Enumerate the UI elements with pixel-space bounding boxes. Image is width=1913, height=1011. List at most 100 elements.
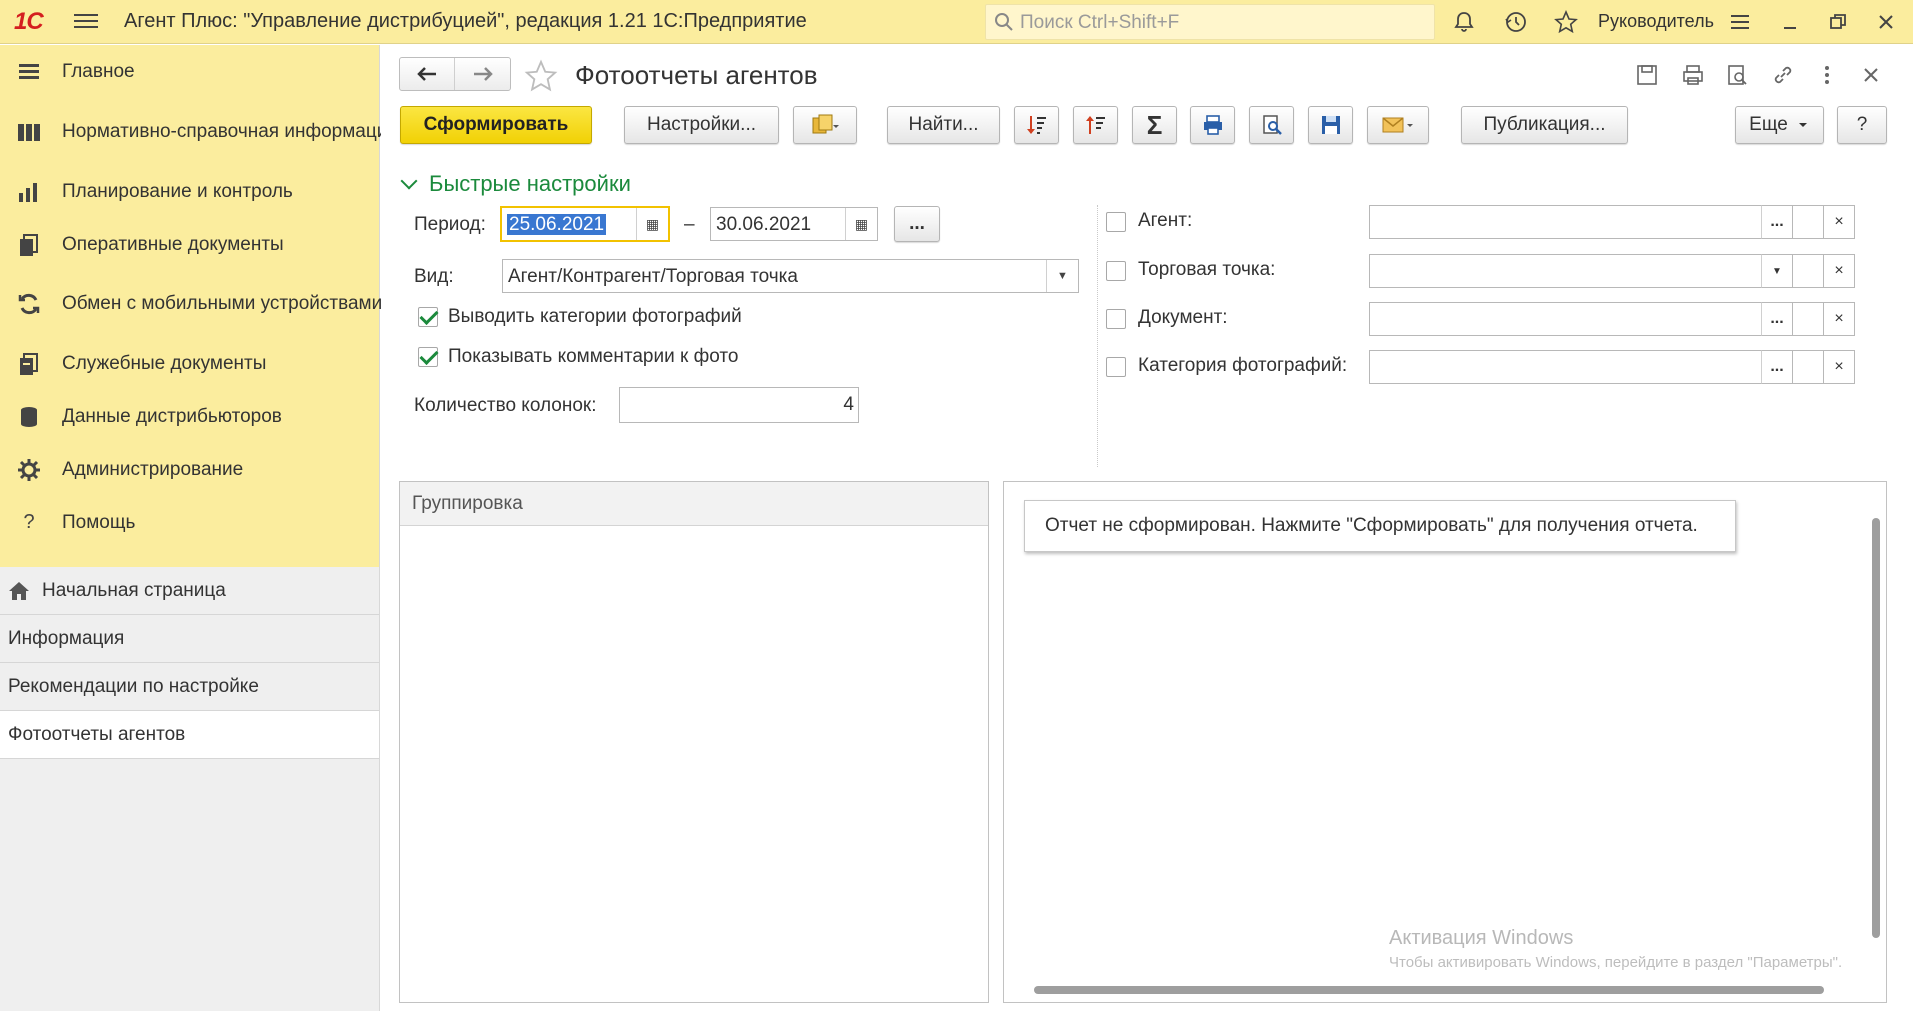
service-docs-icon: [20, 352, 38, 375]
select-button[interactable]: ...: [1761, 302, 1793, 336]
arrow-left-icon: [417, 67, 436, 81]
sort-asc-button[interactable]: [1073, 106, 1118, 144]
sort-desc-button[interactable]: [1014, 106, 1059, 144]
document-field[interactable]: ... ×: [1369, 302, 1855, 336]
database-icon: [21, 406, 37, 427]
outlet-label: Торговая точка:: [1138, 259, 1276, 280]
outlet-field[interactable]: ▼ ×: [1369, 254, 1855, 288]
help-button[interactable]: ?: [1837, 106, 1887, 144]
section-distributor-data[interactable]: Данные дистрибьюторов: [0, 390, 379, 443]
section-operational-docs[interactable]: Оперативные документы: [0, 218, 379, 271]
clear-icon[interactable]: ×: [1823, 205, 1855, 239]
bell-icon[interactable]: [1452, 10, 1476, 34]
close-app-icon[interactable]: [1874, 10, 1898, 34]
columns-field[interactable]: 4: [619, 387, 859, 423]
title-bar: 1С Агент Плюс: "Управление дистрибуцией"…: [0, 0, 1913, 44]
favorites-star-icon[interactable]: [1554, 10, 1578, 34]
photo-category-checkbox[interactable]: [1106, 357, 1126, 377]
minimize-icon[interactable]: [1778, 10, 1802, 34]
period-select-button[interactable]: ...: [894, 206, 940, 242]
more-vertical-icon[interactable]: [1815, 63, 1839, 87]
generate-button[interactable]: Сформировать: [400, 106, 592, 144]
search-input[interactable]: Поиск Ctrl+Shift+F: [985, 4, 1435, 40]
document-checkbox[interactable]: [1106, 309, 1126, 329]
select-button[interactable]: ...: [1761, 205, 1793, 239]
print-preview-button[interactable]: [1249, 106, 1294, 144]
sort-descending-icon: [1026, 116, 1046, 134]
magnifier-doc-icon: [1262, 115, 1282, 135]
print-button[interactable]: [1190, 106, 1235, 144]
sum-icon: Σ: [1146, 109, 1163, 140]
open-window-info[interactable]: Информация: [0, 615, 379, 663]
documents-icon: [20, 233, 38, 256]
chevron-down-icon: [400, 172, 418, 190]
quick-settings-toggle[interactable]: Быстрые настройки: [400, 171, 631, 197]
section-planning[interactable]: Планирование и контроль: [0, 165, 379, 218]
calendar-icon[interactable]: ▦: [845, 208, 877, 240]
save-file-button[interactable]: [1308, 106, 1353, 144]
arrow-right-icon: [473, 67, 493, 81]
calendar-icon[interactable]: ▦: [636, 208, 668, 240]
app-title: Агент Плюс: "Управление дистрибуцией", р…: [124, 10, 807, 32]
date-dash: –: [684, 214, 695, 235]
open-window-photo-reports[interactable]: Фотоотчеты агентов: [0, 711, 379, 759]
show-photo-categories-checkbox[interactable]: [418, 307, 438, 327]
show-photo-comments-checkbox[interactable]: [418, 347, 438, 367]
section-service-docs[interactable]: Служебные документы: [0, 337, 379, 390]
date-to-field[interactable]: 30.06.2021 ▦: [710, 207, 878, 241]
settings-button[interactable]: Настройки...: [624, 106, 779, 144]
variants-dropdown-button[interactable]: [793, 106, 857, 144]
floppy-icon: [1321, 116, 1340, 134]
date-from-field[interactable]: 25.06.2021 ▦: [500, 206, 670, 242]
date-to-value: 30.06.2021: [716, 214, 812, 235]
report-result-panel[interactable]: Отчет не сформирован. Нажмите "Сформиров…: [1003, 481, 1887, 1003]
agent-checkbox[interactable]: [1106, 212, 1126, 232]
publish-button[interactable]: Публикация...: [1461, 106, 1628, 144]
close-form-icon[interactable]: [1859, 63, 1883, 87]
clear-icon[interactable]: ×: [1823, 302, 1855, 336]
outlet-checkbox[interactable]: [1106, 261, 1126, 281]
section-main[interactable]: Главное: [0, 45, 379, 99]
main-menu-icon[interactable]: [74, 10, 98, 32]
open-window-recommendations[interactable]: Рекомендации по настройке: [0, 663, 379, 711]
section-administration[interactable]: Администрирование: [0, 443, 379, 496]
restore-icon[interactable]: [1826, 10, 1850, 34]
current-user[interactable]: Руководитель: [1598, 11, 1714, 32]
section-label: Главное: [62, 61, 135, 82]
section-help[interactable]: ? Помощь: [0, 496, 379, 549]
chart-icon: [19, 182, 37, 202]
section-mobile-exchange[interactable]: Обмен с мобильными устройствами: [0, 271, 382, 337]
report-not-generated-message[interactable]: Отчет не сформирован. Нажмите "Сформиров…: [1024, 500, 1736, 552]
grouping-panel: Группировка: [399, 481, 989, 1003]
settings-menu-icon[interactable]: [1728, 10, 1752, 34]
view-select[interactable]: Агент/Контрагент/Торговая точка ▼: [502, 259, 1079, 293]
section-panel: Главное Нормативно-справочная информация…: [0, 45, 398, 567]
section-reference-info[interactable]: Нормативно-справочная информация: [0, 99, 398, 165]
clear-icon[interactable]: ×: [1823, 254, 1855, 288]
find-button[interactable]: Найти...: [887, 106, 1000, 144]
clear-icon[interactable]: ×: [1823, 350, 1855, 384]
vertical-scrollbar[interactable]: [1872, 518, 1880, 938]
printer-icon: [1203, 115, 1222, 135]
link-icon[interactable]: [1771, 63, 1795, 87]
chevron-down-icon[interactable]: ▼: [1761, 254, 1793, 288]
horizontal-scrollbar[interactable]: [1034, 986, 1824, 994]
preview-icon[interactable]: [1725, 63, 1749, 87]
favorite-star-icon[interactable]: [523, 59, 559, 93]
history-icon[interactable]: [1504, 10, 1528, 34]
sum-button[interactable]: Σ: [1132, 106, 1177, 144]
chevron-down-icon[interactable]: ▼: [1046, 260, 1078, 292]
photo-category-field[interactable]: ... ×: [1369, 350, 1855, 384]
more-button[interactable]: Еще: [1735, 106, 1824, 144]
email-dropdown-button[interactable]: [1367, 106, 1429, 144]
select-button[interactable]: ...: [1761, 350, 1793, 384]
open-window-home[interactable]: Начальная страница: [0, 567, 379, 615]
quick-settings-label: Быстрые настройки: [429, 171, 631, 196]
forward-button[interactable]: [455, 58, 510, 90]
grouping-header[interactable]: Группировка: [400, 482, 988, 526]
agent-field[interactable]: ... ×: [1369, 205, 1855, 239]
save-icon[interactable]: [1635, 63, 1659, 87]
open-window-label: Информация: [8, 627, 125, 649]
back-button[interactable]: [400, 58, 456, 90]
print-icon[interactable]: [1681, 63, 1705, 87]
